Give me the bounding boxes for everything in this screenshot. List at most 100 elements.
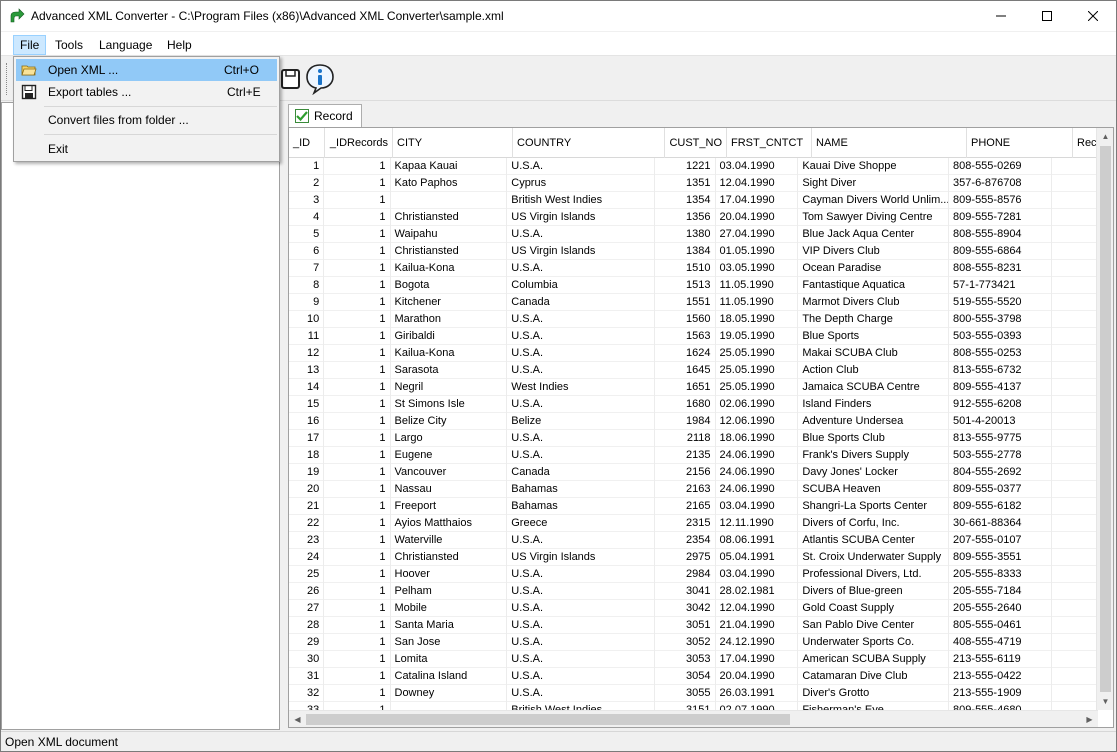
table-cell[interactable]: 1 bbox=[324, 600, 391, 617]
table-cell[interactable] bbox=[1052, 447, 1101, 464]
table-cell[interactable] bbox=[1052, 260, 1101, 277]
table-cell[interactable]: Blue Jack Aqua Center bbox=[798, 226, 950, 243]
table-cell[interactable]: 25.05.1990 bbox=[716, 379, 799, 396]
vertical-scroll-thumb[interactable] bbox=[1100, 146, 1111, 692]
menu-export-tables[interactable]: Export tables ... Ctrl+E bbox=[16, 81, 277, 103]
table-cell[interactable]: U.S.A. bbox=[507, 362, 656, 379]
table-cell[interactable]: 25.05.1990 bbox=[716, 345, 799, 362]
table-cell[interactable]: 11 bbox=[289, 328, 325, 345]
table-cell[interactable]: Professional Divers, Ltd. bbox=[798, 566, 950, 583]
column-header-idrecords[interactable]: _IDRecords bbox=[325, 128, 393, 158]
table-cell[interactable]: Waterville bbox=[391, 532, 508, 549]
table-cell[interactable]: Marathon bbox=[391, 311, 508, 328]
table-cell[interactable]: 1 bbox=[324, 532, 391, 549]
table-cell[interactable]: U.S.A. bbox=[507, 226, 656, 243]
table-cell[interactable]: American SCUBA Supply bbox=[798, 651, 950, 668]
table-row[interactable]: 31 1 Catalina Island U.S.A. 3054 20.04.1990 Ca… bbox=[289, 668, 1101, 685]
table-cell[interactable]: 6 bbox=[289, 243, 325, 260]
table-cell[interactable]: 2975 bbox=[655, 549, 716, 566]
table-cell[interactable]: U.S.A. bbox=[507, 651, 656, 668]
table-cell[interactable]: 20 bbox=[289, 481, 325, 498]
table-cell[interactable] bbox=[1052, 209, 1101, 226]
table-cell[interactable]: San Pablo Dive Center bbox=[798, 617, 950, 634]
table-cell[interactable]: 1221 bbox=[655, 158, 716, 175]
table-row[interactable]: 12 1 Kailua-Kona U.S.A. 1624 25.05.1990 Makai … bbox=[289, 345, 1101, 362]
table-cell[interactable] bbox=[1052, 192, 1101, 209]
table-cell[interactable]: 1 bbox=[324, 464, 391, 481]
table-cell[interactable]: Canada bbox=[507, 294, 656, 311]
table-cell[interactable]: 213-555-1909 bbox=[949, 685, 1053, 702]
toolbar-grip[interactable] bbox=[6, 63, 8, 95]
table-cell[interactable]: 12.06.1990 bbox=[716, 413, 799, 430]
table-cell[interactable]: 809-555-0377 bbox=[949, 481, 1053, 498]
table-cell[interactable]: Christiansted bbox=[391, 549, 508, 566]
table-cell[interactable]: 213-555-6119 bbox=[949, 651, 1053, 668]
table-cell[interactable]: 26 bbox=[289, 583, 325, 600]
table-cell[interactable]: Adventure Undersea bbox=[798, 413, 950, 430]
table-cell[interactable]: 1 bbox=[324, 498, 391, 515]
table-cell[interactable]: 12 bbox=[289, 345, 325, 362]
table-cell[interactable]: Bahamas bbox=[507, 481, 656, 498]
table-cell[interactable]: 24.06.1990 bbox=[716, 447, 799, 464]
table-row[interactable]: 17 1 Largo U.S.A. 2118 18.06.1990 Blue Sports … bbox=[289, 430, 1101, 447]
table-cell[interactable] bbox=[1052, 634, 1101, 651]
table-cell[interactable]: 16 bbox=[289, 413, 325, 430]
toolbar-about-button[interactable] bbox=[303, 62, 337, 96]
table-cell[interactable]: 1 bbox=[324, 362, 391, 379]
table-cell[interactable]: Catamaran Dive Club bbox=[798, 668, 950, 685]
table-cell[interactable] bbox=[1052, 430, 1101, 447]
table-cell[interactable]: 809-555-7281 bbox=[949, 209, 1053, 226]
table-row[interactable]: 13 1 Sarasota U.S.A. 1645 25.05.1990 Action Cl… bbox=[289, 362, 1101, 379]
horizontal-scrollbar[interactable]: ◀ ▶ bbox=[289, 710, 1098, 727]
table-cell[interactable]: Sight Diver bbox=[798, 175, 950, 192]
table-cell[interactable]: 1 bbox=[324, 447, 391, 464]
table-cell[interactable]: Christiansted bbox=[391, 209, 508, 226]
table-cell[interactable]: 1 bbox=[324, 651, 391, 668]
table-cell[interactable]: San Jose bbox=[391, 634, 508, 651]
table-cell[interactable]: Blue Sports bbox=[798, 328, 950, 345]
table-cell[interactable]: Atlantis SCUBA Center bbox=[798, 532, 950, 549]
column-header-city[interactable]: CITY bbox=[393, 128, 513, 158]
table-cell[interactable] bbox=[1052, 651, 1101, 668]
table-cell[interactable]: 501-4-20013 bbox=[949, 413, 1053, 430]
table-cell[interactable]: U.S.A. bbox=[507, 532, 656, 549]
table-cell[interactable]: Belize City bbox=[391, 413, 508, 430]
table-cell[interactable]: U.S.A. bbox=[507, 260, 656, 277]
table-cell[interactable]: Christiansted bbox=[391, 243, 508, 260]
table-row[interactable]: 3 1 British West Indies 1354 17.04.1990 Cayma… bbox=[289, 192, 1101, 209]
table-cell[interactable] bbox=[1052, 498, 1101, 515]
table-cell[interactable]: 2165 bbox=[655, 498, 716, 515]
table-cell[interactable]: 503-555-0393 bbox=[949, 328, 1053, 345]
table-cell[interactable]: 19 bbox=[289, 464, 325, 481]
table-cell[interactable]: West Indies bbox=[507, 379, 656, 396]
table-cell[interactable]: 205-555-7184 bbox=[949, 583, 1053, 600]
table-cell[interactable]: Freeport bbox=[391, 498, 508, 515]
column-header-phone[interactable]: PHONE bbox=[967, 128, 1073, 158]
table-row[interactable]: 25 1 Hoover U.S.A. 2984 03.04.1990 Professiona… bbox=[289, 566, 1101, 583]
column-header-id[interactable]: _ID bbox=[289, 128, 325, 158]
table-cell[interactable]: 33 bbox=[289, 702, 325, 710]
tables-tree-pane[interactable] bbox=[1, 102, 280, 730]
table-cell[interactable]: 30 bbox=[289, 651, 325, 668]
table-row[interactable]: 5 1 Waipahu U.S.A. 1380 27.04.1990 Blue Jack A… bbox=[289, 226, 1101, 243]
table-cell[interactable]: 10 bbox=[289, 311, 325, 328]
table-cell[interactable]: U.S.A. bbox=[507, 396, 656, 413]
table-cell[interactable]: U.S.A. bbox=[507, 566, 656, 583]
table-cell[interactable]: VIP Divers Club bbox=[798, 243, 950, 260]
table-cell[interactable]: U.S.A. bbox=[507, 328, 656, 345]
table-cell[interactable] bbox=[1052, 175, 1101, 192]
table-cell[interactable]: 503-555-2778 bbox=[949, 447, 1053, 464]
table-cell[interactable] bbox=[1052, 617, 1101, 634]
close-button[interactable] bbox=[1070, 1, 1116, 31]
table-cell[interactable]: 1 bbox=[324, 192, 391, 209]
table-cell[interactable]: Eugene bbox=[391, 447, 508, 464]
table-cell[interactable]: 1 bbox=[324, 413, 391, 430]
table-cell[interactable]: 1 bbox=[324, 226, 391, 243]
table-cell[interactable] bbox=[1052, 294, 1101, 311]
table-cell[interactable]: 1 bbox=[324, 634, 391, 651]
minimize-button[interactable] bbox=[978, 1, 1024, 31]
menu-file[interactable]: File bbox=[13, 35, 47, 55]
table-cell[interactable]: 808-555-8904 bbox=[949, 226, 1053, 243]
table-cell[interactable]: 13 bbox=[289, 362, 325, 379]
table-cell[interactable]: 808-555-0253 bbox=[949, 345, 1053, 362]
